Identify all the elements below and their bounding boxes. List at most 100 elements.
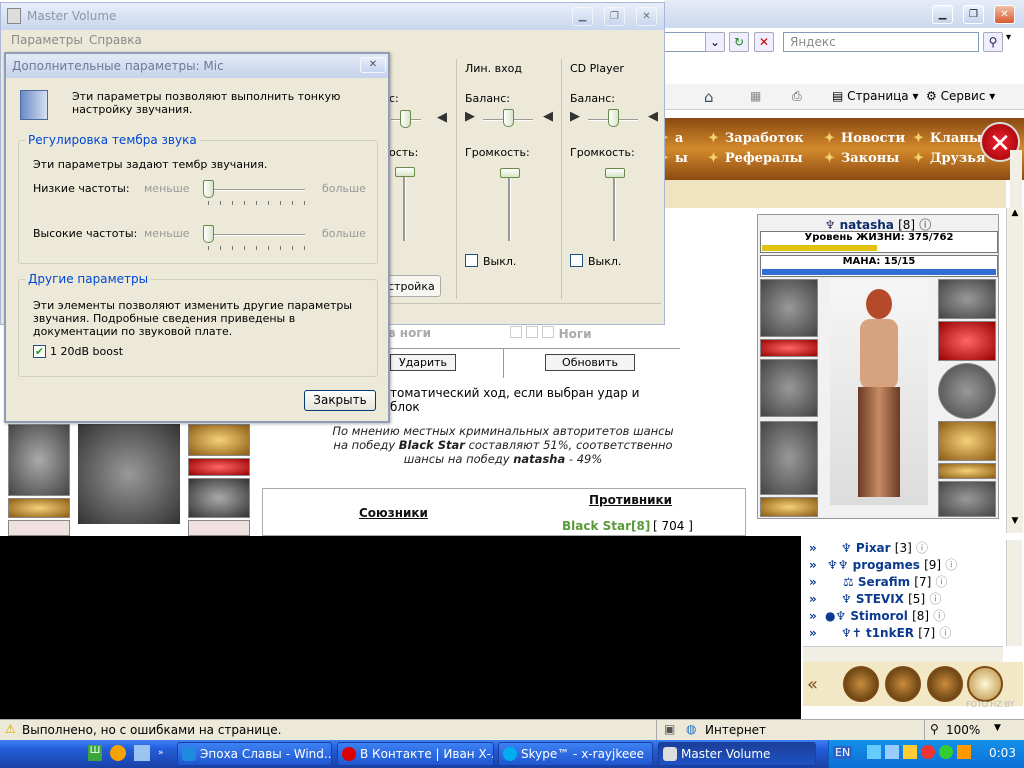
block-checkbox[interactable] (510, 326, 522, 338)
boost-label[interactable]: 1 20dB boost (50, 345, 123, 358)
task-skype[interactable]: Skype™ - x-rayjkeee (498, 742, 653, 766)
belt-slot[interactable] (938, 421, 996, 461)
maximize-button[interactable]: ❐ (963, 5, 984, 24)
gloves-slot[interactable] (938, 321, 996, 361)
print-icon[interactable]: ⎙ (792, 89, 802, 104)
volume-thumb[interactable] (605, 168, 625, 178)
player-name[interactable]: Stimorol (850, 609, 908, 623)
quicklaunch-icon[interactable] (134, 745, 150, 761)
quicklaunch-icon[interactable]: Ш (88, 745, 102, 761)
volume-thumb[interactable] (500, 168, 520, 178)
opponent-belt-slot[interactable] (188, 424, 250, 456)
tools-menu[interactable]: ⚙ Сервис ▾ (926, 89, 995, 103)
maximize-button[interactable]: ❐ (604, 7, 625, 26)
opponent-item-slots[interactable] (188, 458, 250, 476)
armor-slot[interactable] (760, 421, 818, 495)
scroll-down-icon[interactable]: ▼ (1008, 516, 1022, 531)
nav-laws[interactable]: Законы (824, 151, 899, 166)
list-item[interactable]: » ⚖ Serafim [7] ⓘ (809, 573, 948, 590)
boots-slot[interactable] (938, 481, 996, 517)
stop-icon[interactable]: ✕ (754, 32, 774, 52)
zoom-level[interactable]: 100% (946, 723, 980, 737)
player-name[interactable]: progames (853, 558, 920, 572)
info-icon[interactable]: ⓘ (945, 558, 957, 572)
nav-news[interactable]: Новости (824, 131, 905, 146)
search-icon[interactable]: ⚲ (983, 32, 1003, 52)
player-list-scrollbar[interactable] (1006, 540, 1022, 646)
hit-button[interactable]: Ударить (390, 354, 456, 371)
menu-help[interactable]: Справка (89, 33, 142, 47)
outer-scrollbar[interactable] (1010, 150, 1022, 210)
bass-thumb[interactable] (203, 180, 214, 198)
player-name[interactable]: t1nkER (866, 626, 914, 640)
info-icon[interactable]: ⓘ (929, 592, 941, 606)
refresh-button[interactable]: Обновить (545, 354, 635, 371)
info-icon[interactable]: ⓘ (939, 626, 951, 640)
close-dialog-button[interactable]: Закрыть (304, 390, 376, 411)
banner-icon[interactable] (927, 666, 963, 702)
opponent-item-slot[interactable] (8, 520, 70, 536)
language-indicator[interactable]: EN (833, 746, 853, 759)
scroll-up-icon[interactable]: ▲ (1008, 208, 1022, 223)
tray-icon[interactable] (903, 745, 917, 759)
opponent-item-slot[interactable] (188, 520, 250, 536)
tray-icon[interactable] (885, 745, 899, 759)
block-checkbox[interactable] (526, 326, 539, 338)
nav-earnings[interactable]: Заработок (708, 131, 804, 146)
light-icon[interactable] (967, 666, 1003, 702)
warning-icon[interactable]: ⚠ (5, 722, 16, 736)
info-icon[interactable]: ⓘ (935, 575, 947, 589)
balance-thumb[interactable] (400, 110, 411, 128)
shield-slot[interactable] (938, 363, 996, 419)
volume-slider[interactable] (613, 169, 616, 241)
handshake-icon[interactable] (885, 666, 921, 702)
item-slots-right[interactable] (938, 463, 996, 479)
volume-slider[interactable] (403, 169, 406, 241)
advanced-button[interactable]: стройка (381, 275, 441, 297)
bass-slider[interactable] (203, 189, 305, 191)
task-master-volume[interactable]: Master Volume (658, 742, 816, 766)
list-item[interactable]: » ♆ STEVIX [5] ⓘ (809, 590, 941, 607)
volume-thumb[interactable] (395, 167, 415, 177)
search-input[interactable]: Яндекс (783, 32, 979, 52)
dialog-titlebar[interactable]: Дополнительные параметры: Mic ✕ (6, 54, 388, 78)
treble-thumb[interactable] (203, 225, 214, 243)
player-name[interactable]: Pixar (856, 541, 891, 555)
tray-icon[interactable] (939, 745, 953, 759)
balance-thumb[interactable] (608, 109, 619, 127)
chevron-down-icon[interactable]: ▾ (1006, 32, 1011, 43)
opponent-item-slots[interactable] (8, 498, 70, 518)
balance-thumb[interactable] (503, 109, 514, 127)
ring-slots[interactable] (760, 339, 818, 357)
list-item[interactable]: » ●♆ Stimorol [8] ⓘ (809, 607, 945, 624)
opponent-armor-slot[interactable] (8, 424, 70, 496)
volume-slider[interactable] (508, 169, 511, 241)
player-name[interactable]: STEVIX (856, 592, 904, 606)
minimize-button[interactable]: ▁ (932, 5, 953, 24)
minimize-button[interactable]: ▁ (572, 7, 593, 26)
task-opera[interactable]: В Контакте | Иван Х-... (337, 742, 494, 766)
home-icon[interactable]: ⌂ (704, 88, 714, 106)
weapon-slot[interactable] (760, 359, 818, 417)
enemy-name[interactable]: Black Star[8] (562, 519, 650, 533)
helmet-slot[interactable] (760, 279, 818, 337)
tray-icon[interactable] (921, 745, 935, 759)
nav-referrals[interactable]: Рефералы (708, 151, 803, 166)
player-name[interactable]: Serafim (858, 575, 910, 589)
info-icon[interactable]: ⓘ (933, 609, 945, 623)
mute-checkbox[interactable] (465, 254, 478, 267)
clock[interactable]: 0:03 (989, 746, 1016, 760)
page-menu[interactable]: ▤ Страница ▾ (832, 89, 919, 103)
arrows-icon[interactable]: « (807, 674, 818, 695)
task-ie[interactable]: Эпоха Славы - Wind... (177, 742, 332, 766)
chevron-icon[interactable]: » (158, 748, 164, 758)
list-item[interactable]: » ♆✝ t1nkER [7] ⓘ (809, 624, 951, 641)
castle-icon[interactable] (843, 666, 879, 702)
nav-friends[interactable]: Друзья (913, 151, 986, 166)
info-icon[interactable]: ⓘ (916, 541, 928, 555)
close-button[interactable]: ✕ (636, 7, 657, 26)
list-item[interactable]: » ♆ Pixar [3] ⓘ (809, 539, 928, 556)
tray-icon[interactable] (957, 745, 971, 759)
treble-slider[interactable] (203, 234, 305, 236)
refresh-icon[interactable]: ↻ (729, 32, 749, 52)
